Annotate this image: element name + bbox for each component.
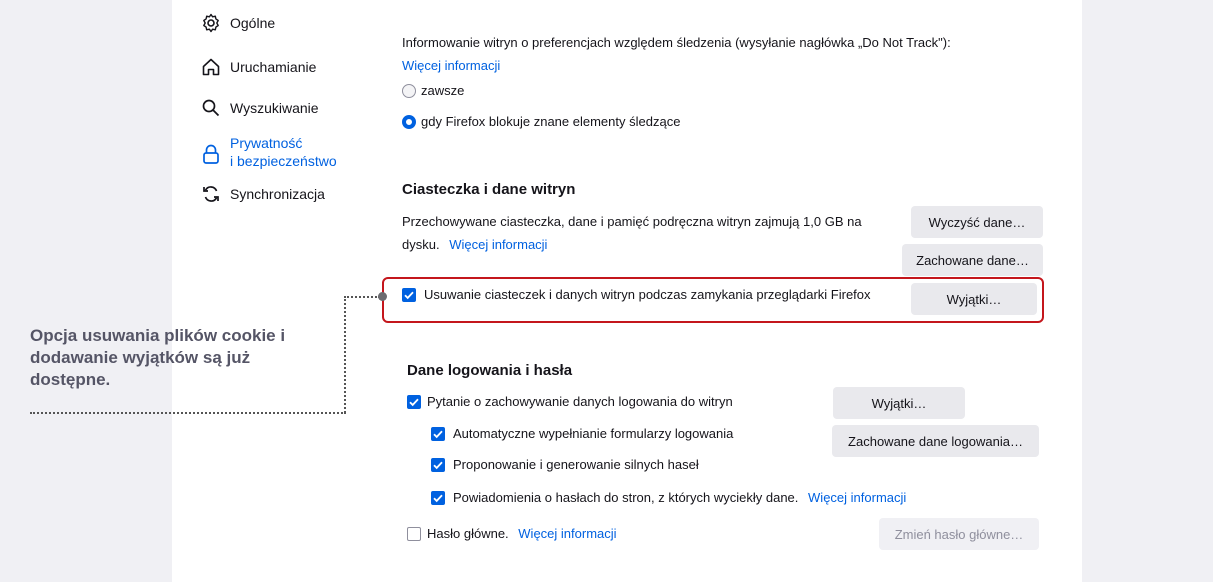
cookies-heading: Ciasteczka i dane witryn (402, 181, 576, 198)
search-icon (200, 97, 222, 119)
cookies-desc-line2: dysku. Więcej informacji (402, 237, 547, 253)
sidebar-item-general[interactable]: Ogólne (200, 12, 275, 34)
breach-alerts-label: Powiadomienia o hasłach do stron, z któr… (453, 490, 799, 505)
cookie-exceptions-button[interactable]: Wyjątki… (911, 283, 1037, 315)
cookies-desc-text: dysku. (402, 237, 440, 252)
sidebar-item-search[interactable]: Wyszukiwanie (200, 97, 319, 119)
annotation-connector-horizontal (344, 296, 380, 298)
delete-on-close-checkbox[interactable] (402, 288, 416, 302)
home-icon (200, 56, 222, 78)
dnt-more-info-link[interactable]: Więcej informacji (402, 58, 500, 74)
sidebar-item-privacy[interactable]: Prywatność i bezpieczeństwo (200, 134, 337, 170)
sync-icon (200, 183, 222, 205)
cookies-desc-line1: Przechowywane ciasteczka, dane i pamięć … (402, 214, 862, 229)
manage-data-button[interactable]: Zachowane dane… (902, 244, 1043, 276)
cookies-more-info-link[interactable]: Więcej informacji (449, 237, 547, 252)
sidebar-item-label: Ogólne (230, 15, 276, 31)
annotation-pin (378, 292, 387, 301)
suggest-passwords-checkbox[interactable] (431, 458, 445, 472)
sidebar-item-label-group: Prywatność i bezpieczeństwo (230, 134, 337, 170)
lock-icon (200, 143, 222, 165)
master-password-label: Hasło główne. (427, 526, 509, 541)
dnt-always-radio[interactable] (402, 84, 416, 98)
breach-alerts-row: Powiadomienia o hasłach do stron, z któr… (453, 490, 906, 506)
breach-more-info-link[interactable]: Więcej informacji (808, 490, 906, 505)
ask-save-label: Pytanie o zachowywanie danych logowania … (427, 394, 733, 409)
login-exceptions-button[interactable]: Wyjątki… (833, 387, 965, 419)
dnt-blocking-radio[interactable] (402, 115, 416, 129)
breach-alerts-checkbox[interactable] (431, 491, 445, 505)
autofill-label: Automatyczne wypełnianie formularzy logo… (453, 426, 734, 441)
saved-logins-button[interactable]: Zachowane dane logowania… (832, 425, 1039, 457)
sidebar-item-label: Synchronizacja (230, 186, 325, 202)
annotation-text: Opcja usuwania plików cookie i dodawanie… (30, 326, 286, 389)
ask-save-checkbox[interactable] (407, 395, 421, 409)
annotation-connector-vertical (344, 296, 346, 413)
sidebar-item-sync[interactable]: Synchronizacja (200, 183, 325, 205)
sidebar-item-label: Uruchamianie (230, 59, 317, 75)
logins-heading: Dane logowania i hasła (407, 362, 573, 379)
master-password-checkbox[interactable] (407, 527, 421, 541)
dnt-blocking-label: gdy Firefox blokuje znane elementy śledz… (421, 114, 681, 129)
sidebar-item-label: Prywatność (230, 135, 303, 151)
dnt-always-label: zawsze (421, 83, 465, 98)
autofill-checkbox[interactable] (431, 427, 445, 441)
master-more-info-link[interactable]: Więcej informacji (518, 526, 616, 541)
sidebar-item-label: Wyszukiwanie (230, 100, 319, 116)
change-master-password-button[interactable]: Zmień hasło główne… (879, 518, 1039, 550)
suggest-passwords-label: Proponowanie i generowanie silnych haseł (453, 457, 699, 472)
annotation-underline (30, 412, 346, 414)
master-password-row: Hasło główne. Więcej informacji (427, 526, 617, 542)
clear-data-button[interactable]: Wyczyść dane… (911, 206, 1043, 238)
sidebar-item-startup[interactable]: Uruchamianie (200, 56, 316, 78)
dnt-description: Informowanie witryn o preferencjach wzgl… (402, 35, 951, 50)
sidebar-item-label: i bezpieczeństwo (230, 153, 337, 169)
delete-on-close-label: Usuwanie ciasteczek i danych witryn podc… (424, 287, 871, 302)
gear-icon (200, 12, 222, 34)
